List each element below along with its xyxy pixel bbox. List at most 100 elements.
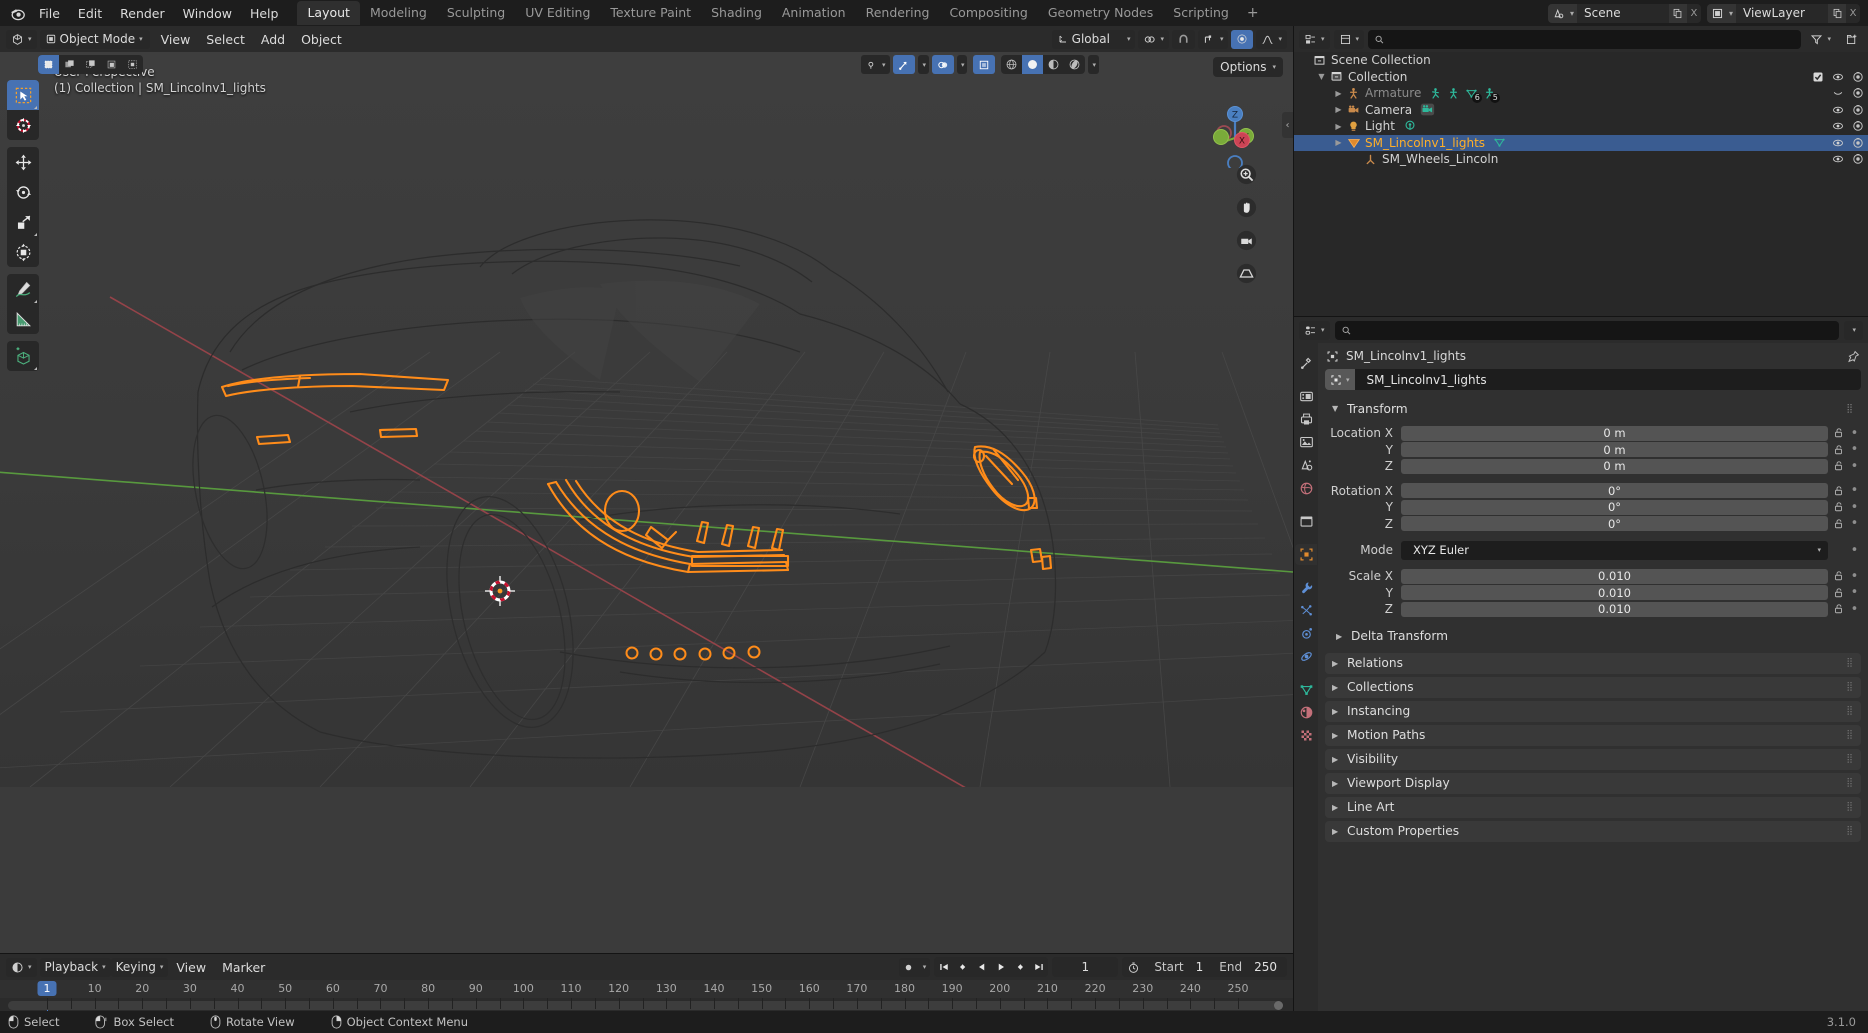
properties-output-tab[interactable] [1295,409,1317,430]
snap-target-selector[interactable]: ▾ [1138,30,1169,49]
new-collection-icon[interactable] [1840,30,1863,49]
rotation-y-animate-dot[interactable]: • [1848,500,1861,515]
workspace-tab-uv-editing[interactable]: UV Editing [515,1,600,25]
scale-x-value[interactable]: 0.010 [1401,569,1828,584]
scale-z-lock-icon[interactable] [1828,603,1848,615]
workspace-tab-layout[interactable]: Layout [297,1,360,25]
blender-logo-icon[interactable] [4,0,30,26]
location-x-lock-icon[interactable] [1828,427,1848,439]
topbar-menu-window[interactable]: Window [174,3,241,24]
pin-icon[interactable] [1847,350,1860,363]
transform-tool[interactable] [7,237,39,267]
playhead-frame-badge[interactable]: 1 [38,981,57,996]
rendered-shading-icon[interactable] [1064,55,1085,74]
tweak-select-tool[interactable] [7,80,39,110]
add-workspace-button[interactable]: + [1239,2,1267,24]
select-set-icon[interactable] [38,55,59,74]
location-x-value[interactable]: 0 m [1401,426,1828,441]
location-y-value[interactable]: 0 m [1401,442,1828,457]
hide-in-viewport-icon[interactable] [1832,137,1844,149]
wireframe-shading-icon[interactable] [1001,55,1022,74]
stopwatch-icon[interactable] [1122,961,1144,974]
zoom-icon[interactable] [1234,162,1258,186]
transform-orientation-selector[interactable]: Global ▾ [1052,30,1136,49]
viewlayer-dropdown-caret[interactable]: ▾ [1729,4,1736,23]
cursor-tool[interactable] [7,110,39,140]
properties-collection-tab[interactable] [1295,511,1317,532]
outliner-row[interactable]: Scene Collection [1294,52,1868,69]
scale-x-animate-dot[interactable]: • [1848,569,1861,584]
overlays-toggle[interactable] [932,55,954,74]
armature-data-icon[interactable] [1447,87,1460,100]
interaction-mode-selector[interactable]: Object Mode ▾ [40,30,150,49]
shading-mode-segment[interactable] [1001,55,1085,74]
location-x-animate-dot[interactable]: • [1848,426,1861,441]
object-id-type-icon[interactable]: ▾ [1325,369,1355,390]
rotation-y-lock-icon[interactable] [1828,501,1848,513]
next-keyframe-icon[interactable] [1010,957,1029,977]
editor-type-3dview-icon[interactable]: ▾ [6,30,37,49]
new-viewlayer-icon[interactable] [1828,4,1846,23]
properties-world-tab[interactable] [1295,478,1317,499]
pose-icon[interactable] [1429,87,1442,100]
outliner-tree[interactable]: Scene Collection▼Collection▶Armature65▶C… [1294,52,1868,316]
scale-z-animate-dot[interactable]: • [1848,602,1861,617]
viewport-menu-view[interactable]: View [153,30,199,49]
outliner-display-mode-icon[interactable]: ▾ [1334,30,1365,49]
viewlayer-name[interactable]: ViewLayer [1736,4,1828,23]
chevron-right-icon[interactable]: ▶ [1332,122,1345,131]
select-mode-segment[interactable] [38,55,143,74]
outliner-editor-type-icon[interactable]: ▾ [1299,30,1330,49]
scene-dropdown-caret[interactable]: ▾ [1570,4,1577,23]
end-frame-value[interactable]: 250 [1242,960,1287,974]
playback-transport[interactable] [934,957,1048,977]
collection-checkbox[interactable] [1812,71,1824,83]
scale-y-lock-icon[interactable] [1828,587,1848,599]
select-subtract-icon[interactable] [80,55,101,74]
timeline-menu-marker[interactable]: Marker [214,958,273,977]
proportional-falloff-toggle[interactable] [1231,30,1253,49]
workspace-tab-modeling[interactable]: Modeling [360,1,437,25]
sidebar-collapse-arrow[interactable]: ‹ [1282,112,1293,138]
timeline-menu-keying[interactable]: Keying▾ [111,958,169,977]
workspace-tab-rendering[interactable]: Rendering [856,1,940,25]
select-extend-icon[interactable] [59,55,80,74]
panel-relations[interactable]: ▶Relations⣿ [1325,653,1861,674]
hide-in-viewport-icon[interactable] [1832,87,1844,99]
delta-transform-panel-header[interactable]: ▶ Delta Transform [1336,627,1861,646]
topbar-menu-edit[interactable]: Edit [69,3,111,24]
scale-z-value[interactable]: 0.010 [1401,602,1828,617]
rotation-mode-animate-dot[interactable]: • [1848,543,1861,558]
scale-y-animate-dot[interactable]: • [1848,585,1861,600]
scale-tool[interactable] [7,207,39,237]
scale-x-row[interactable]: Scale X 0.010 • [1325,568,1861,585]
panel-custom-properties[interactable]: ▶Custom Properties⣿ [1325,821,1861,842]
camera-view-icon[interactable] [1234,228,1258,252]
rotation-y-row[interactable]: Y 0° • [1325,499,1861,516]
start-frame-value[interactable]: 1 [1184,960,1214,974]
rotation-z-animate-dot[interactable]: • [1848,516,1861,531]
overlays-dropdown[interactable]: ▾ [957,55,968,74]
properties-editor-type-icon[interactable]: ▾ [1299,321,1330,340]
outliner-row[interactable]: ▶Camera [1294,102,1868,119]
properties-texture-tab[interactable] [1295,725,1317,746]
hide-in-viewport-icon[interactable] [1832,120,1844,132]
workspace-tab-animation[interactable]: Animation [772,1,856,25]
properties-tool-tab[interactable] [1295,353,1317,374]
topbar-menu-file[interactable]: File [30,3,69,24]
move-tool[interactable] [7,147,39,177]
prev-keyframe-icon[interactable] [953,957,972,977]
rotation-mode-row[interactable]: Mode XYZ Euler ▾ • [1325,540,1861,560]
viewport-menu-add[interactable]: Add [253,30,293,49]
chevron-right-icon[interactable]: ▶ [1332,89,1345,98]
timeline-scrollbar[interactable] [8,1001,1283,1010]
object-name-field[interactable]: SM_Lincolnv1_lights [1355,369,1861,390]
rotation-z-row[interactable]: Z 0° • [1325,516,1861,533]
select-invert-icon[interactable] [101,55,122,74]
solid-shading-icon[interactable] [1022,55,1043,74]
scale-y-value[interactable]: 0.010 [1401,585,1828,600]
outliner-row[interactable]: ▶Light [1294,118,1868,135]
location-y-lock-icon[interactable] [1828,444,1848,456]
transform-panel-header[interactable]: ▼ Transform ⣿ [1325,398,1861,419]
properties-material-tab[interactable] [1295,702,1317,723]
